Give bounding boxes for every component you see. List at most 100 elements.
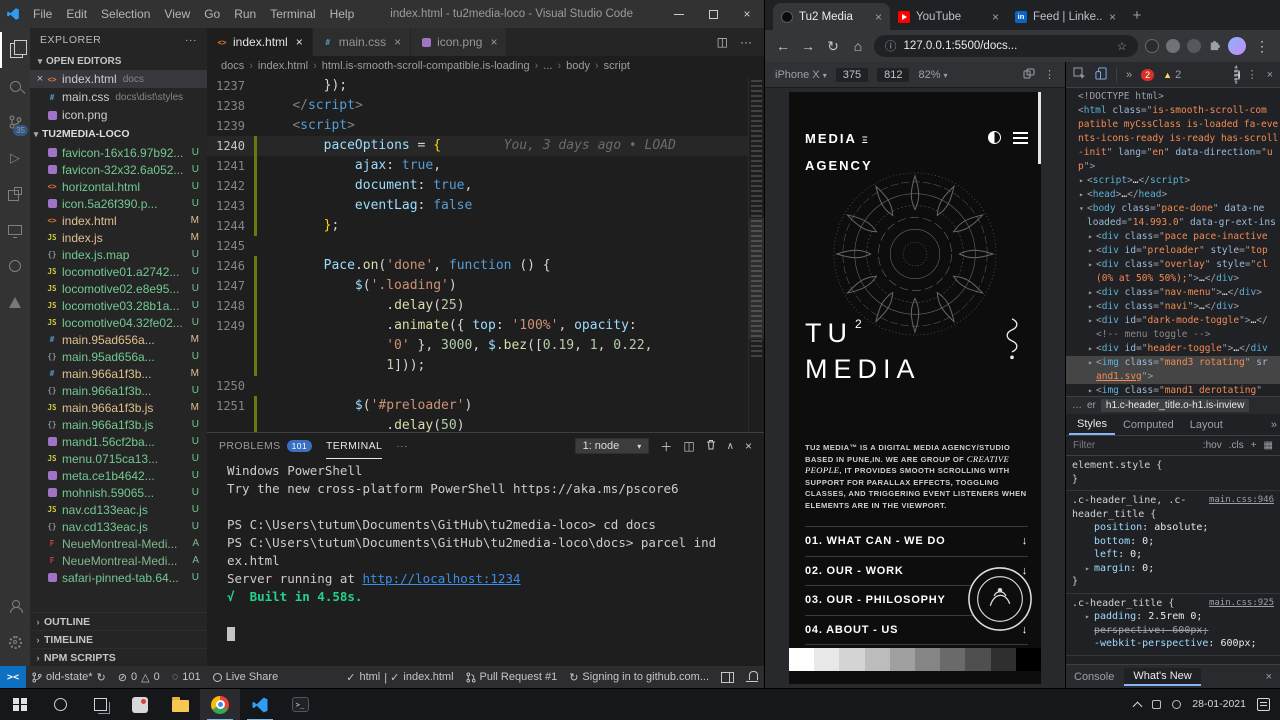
css-property[interactable]: position: absolute; (1072, 521, 1274, 535)
remote-indicator[interactable]: >< (0, 666, 27, 688)
open-editor-item[interactable]: icon.png (30, 106, 207, 124)
extensions-puzzle-icon[interactable] (1208, 38, 1221, 54)
file-tree-item[interactable]: F NeueMontreal-Medi... A (30, 535, 207, 552)
close-icon[interactable]: × (1109, 10, 1116, 24)
menu-edit[interactable]: Edit (59, 7, 94, 21)
split-editor-icon[interactable]: ◫ (717, 35, 728, 49)
pull-request-button[interactable]: Pull Request #1 (460, 671, 564, 683)
dom-node[interactable]: ▸ <head>…</head> (1066, 188, 1280, 202)
vscode-taskbar-icon[interactable] (240, 689, 280, 720)
hamburger-menu-icon[interactable] (1013, 131, 1028, 134)
tray-icon-2[interactable] (1172, 700, 1182, 709)
maximize-button[interactable] (696, 0, 730, 28)
file-tree-item[interactable]: # main.966a1f3b... M (30, 365, 207, 382)
dom-node[interactable]: ▸ <img class="mand3 rotating" sr (1066, 356, 1280, 370)
live-share-button[interactable]: Live Share (207, 671, 285, 683)
clock-date[interactable]: 28-01-2021 (1192, 698, 1246, 711)
maximize-panel-icon[interactable]: ∧ (727, 441, 734, 452)
chrome-menu-icon[interactable]: ⋮ (1253, 38, 1271, 55)
file-tree-item[interactable]: <> horizontal.html U (30, 178, 207, 195)
code-line[interactable]: 1])); (207, 356, 764, 376)
file-tree-item[interactable]: {} main.95ad656a... U (30, 348, 207, 365)
dom-node[interactable]: ▸ <div id="dark-mode-toggle">…</ (1066, 314, 1280, 328)
cortana-search-button[interactable] (40, 689, 80, 720)
more-tabs-icon[interactable]: » (1271, 419, 1277, 431)
browser-tab[interactable]: Tu2 Media × (773, 3, 890, 30)
open-editor-item[interactable]: # main.css docs\dist\styles (30, 88, 207, 106)
action-center-icon[interactable] (1257, 698, 1270, 711)
device-selector[interactable]: iPhone X ▾ (775, 69, 827, 81)
code-line[interactable]: 1249 .animate({ top: '100%', opacity: (207, 316, 764, 336)
dom-node[interactable]: ▸ <div id="header-toggle">…</div (1066, 342, 1280, 356)
close-icon[interactable]: × (875, 10, 882, 24)
address-bar[interactable]: ⓘ 127.0.0.1:5500/docs... ☆ (874, 35, 1138, 57)
class-button[interactable]: .cls (1229, 440, 1244, 451)
timeline-section[interactable]: › TIMELINE (30, 630, 207, 648)
dom-node[interactable]: p"> (1066, 160, 1280, 174)
dark-mode-toggle-icon[interactable] (988, 130, 1001, 144)
file-tree-item[interactable]: JS main.966a1f3b.js M (30, 399, 207, 416)
npm-scripts-section[interactable]: › NPM SCRIPTS (30, 648, 207, 666)
file-tree-item[interactable]: mohnish.59065... U (30, 484, 207, 501)
start-button[interactable] (0, 689, 40, 720)
file-tree-item[interactable]: icon.5a26f390.p... U (30, 195, 207, 212)
close-panel-icon[interactable]: × (745, 439, 752, 453)
file-tree-item[interactable]: meta.ce1b4642... U (30, 467, 207, 484)
file-explorer-icon[interactable] (160, 689, 200, 720)
page-scrollbar[interactable] (1038, 92, 1041, 164)
new-rule-button[interactable]: + (1251, 440, 1257, 451)
url-text[interactable]: 127.0.0.1:5500/docs... (904, 40, 1110, 52)
dom-node[interactable]: ▸ <img class="mand1 derotating" (1066, 384, 1280, 396)
device-width-input[interactable]: 375 (835, 67, 869, 82)
bookmark-star-icon[interactable]: ☆ (1117, 39, 1127, 53)
account-icon[interactable] (0, 588, 30, 624)
console-tab[interactable]: Console (1074, 671, 1114, 683)
profile-avatar[interactable] (1228, 37, 1246, 55)
dom-node[interactable]: ▸ <div class="navi">…</div> (1066, 300, 1280, 314)
whats-new-tab[interactable]: What's New (1124, 667, 1201, 686)
code-editor[interactable]: 1237 }); 1238 </script> 1239 <script> 12… (207, 76, 764, 432)
minimap[interactable] (748, 76, 764, 432)
task-view-button[interactable] (80, 689, 120, 720)
settings-gear-icon[interactable] (0, 624, 30, 660)
shell-selector[interactable]: 1: node ▾ (574, 438, 650, 454)
run-debug-icon[interactable]: ▷ (0, 140, 30, 176)
status-count[interactable]: ◌ 101 (166, 671, 207, 683)
code-line[interactable]: '0' }, 3000, $.bez([0.19, 1, 0.22, (207, 336, 764, 356)
editor-tab[interactable]: <> index.html × (207, 28, 313, 56)
file-tree-item[interactable]: JS locomotive02.e8e95... U (30, 280, 207, 297)
breadcrumb-item[interactable]: body (566, 60, 590, 72)
breadcrumb-item[interactable]: index.html (258, 60, 308, 72)
css-property[interactable]: perspective: 600px; (1072, 624, 1274, 638)
css-property[interactable]: -webkit-perspective: 600px; (1072, 637, 1274, 651)
css-source-link[interactable]: main.css:925 (1209, 597, 1274, 611)
extension-icon-darkreader[interactable] (1145, 39, 1159, 53)
dom-node[interactable]: nts-icons-ready is-ready has-scroll (1066, 132, 1280, 146)
error-count-badge[interactable]: 2 (1141, 68, 1155, 81)
close-drawer-icon[interactable]: × (1266, 671, 1272, 683)
menu-help[interactable]: Help (323, 7, 362, 21)
source-control-icon[interactable]: 35 (0, 104, 30, 140)
grid-icon[interactable]: ▦ (1264, 440, 1273, 451)
zoom-selector[interactable]: 82% ▾ (918, 69, 947, 81)
back-icon[interactable]: ← (774, 38, 792, 54)
code-line[interactable]: 1245 (207, 236, 764, 256)
device-height-input[interactable]: 812 (877, 67, 910, 82)
language-mode[interactable]: ✓ html | ✓ index.html (340, 671, 459, 684)
dom-node[interactable]: loaded="14.993.0" data-gr-ext-ins (1066, 216, 1280, 230)
file-tree-item[interactable]: {} main.966a1f3b.js U (30, 416, 207, 433)
dom-node[interactable]: and1.svg"> (1066, 370, 1280, 384)
terminal-taskbar-icon[interactable]: >_ (280, 689, 320, 720)
more-actions-icon[interactable]: ··· (185, 34, 197, 46)
device-toolbar-toggle-icon[interactable] (1095, 67, 1107, 83)
problems-summary[interactable]: ⊘ 0 △ 0 (112, 671, 166, 684)
home-icon[interactable]: ⌂ (849, 38, 867, 54)
file-tree-item[interactable]: {} main.966a1f3b... U (30, 382, 207, 399)
browser-tab[interactable]: in Feed | Linke... × (1007, 3, 1124, 30)
devtools-settings-icon[interactable] (1233, 65, 1238, 84)
styles-tab-styles[interactable]: Styles (1069, 415, 1115, 435)
close-icon[interactable]: × (394, 35, 401, 49)
new-terminal-icon[interactable]: ＋ (660, 438, 672, 455)
site-info-icon[interactable]: ⓘ (885, 38, 897, 54)
dom-node[interactable]: <!DOCTYPE html> (1066, 90, 1280, 104)
